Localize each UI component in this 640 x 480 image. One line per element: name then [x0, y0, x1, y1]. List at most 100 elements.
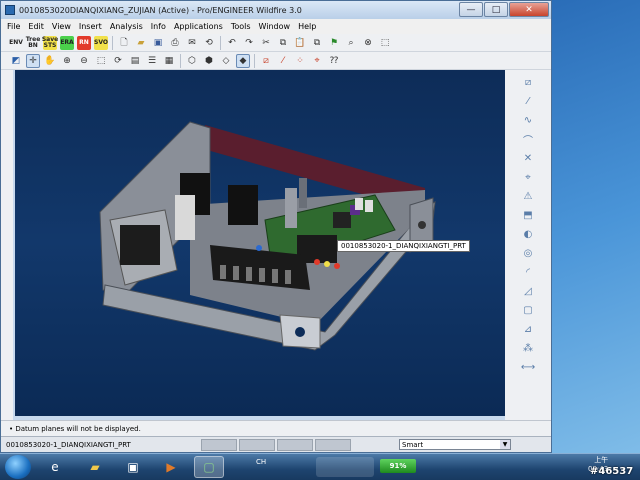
binoculars-icon[interactable]: ⊗: [361, 36, 375, 50]
feature-toolbar: ⧄ ⁄ ∿ ⌒ ✕ ⌖ ⚠ ⬒ ◐ ◎ ◜ ◿ ▢ ⊿ ⁂ ⟷: [505, 70, 551, 420]
status-bar: 0010853020-1_DIANQIXIANGTI_PRT Smart ▼: [1, 436, 551, 452]
explorer-icon[interactable]: ▰: [80, 456, 110, 478]
reorient-icon[interactable]: ⟳: [111, 54, 125, 68]
separator: [254, 53, 255, 68]
menu-insert[interactable]: Insert: [79, 22, 102, 31]
rn-button[interactable]: RN: [77, 35, 91, 50]
era-button[interactable]: ERA: [60, 35, 74, 50]
menu-file[interactable]: File: [7, 22, 20, 31]
selection-tooltip: 0010853020-1_DIANQIXIANGTI_PRT: [337, 240, 470, 252]
zoom-out-icon[interactable]: ⊖: [77, 54, 91, 68]
env-button[interactable]: ENV: [9, 36, 23, 50]
copy-icon[interactable]: ⧉: [276, 36, 290, 50]
pattern-tool-icon[interactable]: ⁂: [520, 340, 536, 356]
desktop-background: [552, 0, 640, 453]
point-tool-icon[interactable]: ✕: [520, 150, 536, 166]
connector-post: [285, 188, 297, 228]
selected-item-text: 0010853020-1_DIANQIXIANGTI_PRT: [6, 440, 131, 449]
shading-icon[interactable]: ◆: [236, 53, 250, 68]
menu-bar: File Edit View Insert Analysis Info Appl…: [1, 19, 551, 34]
spin-center-icon[interactable]: ✛: [26, 53, 40, 68]
paste-special-icon[interactable]: ⧉: [310, 36, 324, 50]
select-box-icon[interactable]: ⬚: [378, 36, 392, 50]
menu-window[interactable]: Window: [259, 22, 291, 31]
datum-axes-icon[interactable]: ⁄: [276, 54, 290, 68]
context-help-icon[interactable]: ⁇: [327, 54, 341, 68]
battery-indicator[interactable]: 91%: [380, 459, 416, 473]
mount-hole: [295, 327, 305, 337]
screw: [259, 268, 265, 282]
language-indicator[interactable]: CH: [256, 458, 266, 466]
datum-axis-tool-icon[interactable]: ⁄: [520, 93, 536, 109]
screw: [220, 265, 226, 279]
ie-icon[interactable]: e: [40, 456, 70, 478]
media-player-icon[interactable]: ▶: [156, 456, 186, 478]
title-bar[interactable]: 0010853020DIANQIXIANG_ZUJIAN (Active) - …: [1, 1, 551, 19]
menu-applications[interactable]: Applications: [174, 22, 223, 31]
terminal: [355, 198, 363, 210]
shell-tool-icon[interactable]: ▢: [520, 302, 536, 318]
proe-taskbar-icon[interactable]: ▢: [194, 456, 224, 478]
round-tool-icon[interactable]: ◜: [520, 264, 536, 280]
cut-icon[interactable]: ✂: [259, 36, 273, 50]
minimize-button[interactable]: —: [459, 2, 483, 17]
maximize-button[interactable]: □: [484, 2, 508, 17]
undo-icon[interactable]: ↶: [225, 36, 239, 50]
regenerate-model-icon[interactable]: ⚑: [327, 36, 341, 50]
chamfer-tool-icon[interactable]: ◿: [520, 283, 536, 299]
signal-icon[interactable]: [316, 457, 374, 477]
menu-info[interactable]: Info: [151, 22, 166, 31]
curve-tool-icon[interactable]: ⌒: [520, 131, 536, 147]
new-file-icon[interactable]: 🗋: [117, 36, 131, 50]
clock-ampm: 上午: [594, 456, 609, 464]
status-box: [239, 438, 275, 451]
sketch-icon[interactable]: ◩: [9, 54, 23, 68]
view-manager-icon[interactable]: ▦: [162, 54, 176, 68]
window-title: 0010853020DIANQIXIANG_ZUJIAN (Active) - …: [19, 5, 302, 15]
hidden-line-icon[interactable]: ⬢: [202, 54, 216, 68]
csys-tool-icon[interactable]: ⌖: [520, 169, 536, 185]
search-icon[interactable]: ⌕: [344, 36, 358, 50]
screw: [233, 266, 239, 280]
menu-view[interactable]: View: [52, 22, 71, 31]
status-box: [277, 438, 313, 451]
menu-tools[interactable]: Tools: [231, 22, 251, 31]
start-button[interactable]: [5, 455, 31, 479]
extrude-tool-icon[interactable]: ⬒: [520, 207, 536, 223]
saved-views-icon[interactable]: ▤: [128, 54, 142, 68]
selection-filter-dropdown[interactable]: Smart ▼: [399, 439, 511, 450]
regenerate-icon[interactable]: ⟲: [202, 36, 216, 50]
wireframe-icon[interactable]: ⬡: [185, 54, 199, 68]
no-hidden-icon[interactable]: ◇: [219, 54, 233, 68]
save-sts-button[interactable]: Save STS: [42, 35, 58, 50]
datum-planes-icon[interactable]: ⧄: [259, 54, 273, 68]
close-button[interactable]: ✕: [509, 2, 549, 17]
datum-plane-tool-icon[interactable]: ⧄: [520, 74, 536, 90]
tree-bn-button[interactable]: Tree BN: [26, 36, 41, 50]
mirror-tool-icon[interactable]: ⟷: [520, 359, 536, 375]
hole-tool-icon[interactable]: ◎: [520, 245, 536, 261]
svo-button[interactable]: SVO: [94, 35, 108, 50]
datum-points-icon[interactable]: ⁘: [293, 54, 307, 68]
sketch-tool-icon[interactable]: ∿: [520, 112, 536, 128]
chevron-down-icon[interactable]: ▼: [500, 440, 510, 449]
menu-edit[interactable]: Edit: [28, 22, 44, 31]
pan-icon[interactable]: ✋: [43, 54, 57, 68]
refit-icon[interactable]: ⬚: [94, 54, 108, 68]
save-icon[interactable]: ▣: [151, 36, 165, 50]
zoom-in-icon[interactable]: ⊕: [60, 54, 74, 68]
open-folder-icon[interactable]: ▰: [134, 36, 148, 50]
paste-icon[interactable]: 📋: [293, 36, 307, 50]
redo-icon[interactable]: ↷: [242, 36, 256, 50]
coordinate-systems-icon[interactable]: ⌖: [310, 54, 324, 68]
menu-analysis[interactable]: Analysis: [110, 22, 143, 31]
menu-help[interactable]: Help: [298, 22, 316, 31]
analysis-tool-icon[interactable]: ⚠: [520, 188, 536, 204]
layers-icon[interactable]: ☰: [145, 54, 159, 68]
rib-tool-icon[interactable]: ⊿: [520, 321, 536, 337]
revolve-tool-icon[interactable]: ◐: [520, 226, 536, 242]
message-area: • Datum planes will not be displayed.: [1, 420, 551, 436]
print-icon[interactable]: ⎙: [168, 36, 182, 50]
media-center-icon[interactable]: ▣: [118, 456, 148, 478]
email-icon[interactable]: ✉: [185, 36, 199, 50]
